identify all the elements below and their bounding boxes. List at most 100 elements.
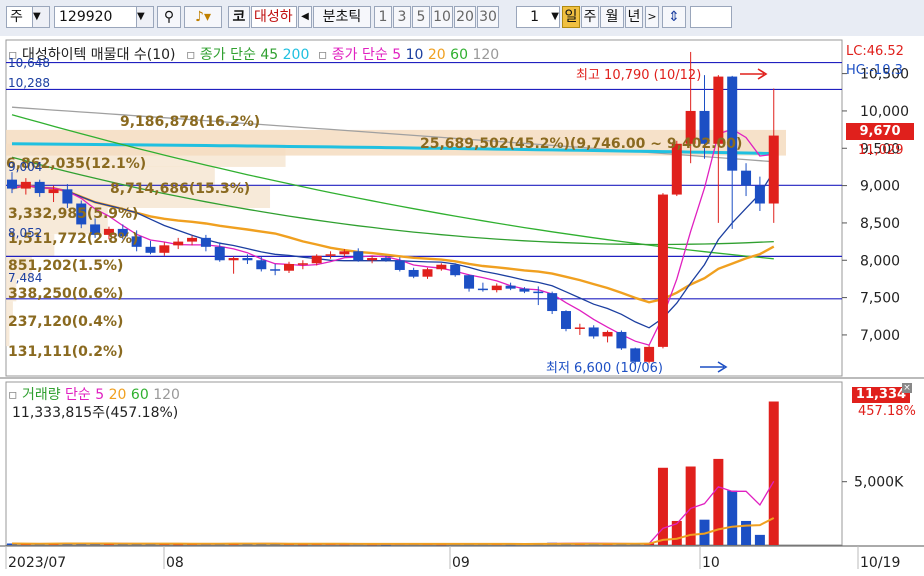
candle-body <box>533 291 544 294</box>
candle-body <box>200 237 211 247</box>
candle-body <box>214 246 225 261</box>
volume-bar <box>685 466 696 545</box>
y-tick-label: 7,000 <box>860 328 900 344</box>
legend-square-icon: ▫ <box>8 387 18 403</box>
volume-profile-label: 3,332,985(5.9%) <box>8 206 138 222</box>
ref-line-label: 10,648 <box>8 56 50 70</box>
chevron-down-icon: ▼ <box>32 7 49 27</box>
volume-legend: ▫ 거래량 단순 5 20 60 120 <box>8 384 180 404</box>
volume-tick-label: 5,000K <box>854 475 904 491</box>
ma-long-label: 종가 단순 <box>199 47 256 63</box>
candle-body <box>7 179 17 189</box>
search-button[interactable]: ⚲ <box>157 6 181 28</box>
low-annotation: 최저 6,600 (10/06) <box>546 361 664 376</box>
updown-button[interactable]: ⇕ <box>662 6 686 28</box>
y-tick-label: 8,500 <box>860 216 900 232</box>
candle-body <box>408 269 419 277</box>
last-price-text: 9,670 <box>859 124 901 139</box>
candle-body <box>574 327 585 329</box>
ma5-value: 5 <box>392 47 402 63</box>
volume-profile-label: 237,120(0.4%) <box>8 314 123 330</box>
x-tick-label: 10 <box>702 555 720 571</box>
period-day[interactable]: 일 <box>562 6 580 28</box>
candle-body <box>380 258 391 261</box>
close-icon[interactable]: × <box>902 383 912 393</box>
candle-body <box>297 263 308 265</box>
candle-body <box>367 258 378 261</box>
interval-10[interactable]: 10 <box>431 6 453 28</box>
candle-body <box>270 269 281 271</box>
candle-body <box>145 246 156 253</box>
price-chart[interactable]: 7,0007,5008,0008,5009,0009,50010,00010,5… <box>0 36 924 576</box>
volume-profile-label: 9,186,878(16.2%) <box>120 114 260 130</box>
interval-30[interactable]: 30 <box>477 6 499 28</box>
interval-20[interactable]: 20 <box>454 6 476 28</box>
candle-body <box>519 288 530 292</box>
interval-1[interactable]: 1 <box>374 6 392 28</box>
vma60-value: 60 <box>130 387 149 403</box>
code-button[interactable]: 코 <box>228 6 250 28</box>
interval-5[interactable]: 5 <box>412 6 430 28</box>
y-tick-label: 8,000 <box>860 253 900 269</box>
candle-body <box>187 237 198 242</box>
ma-short-label: 종가 단순 <box>331 47 388 63</box>
interval-3[interactable]: 3 <box>393 6 411 28</box>
market-value: 주 <box>10 9 23 25</box>
code-input[interactable]: 129920 ▼ <box>54 6 154 28</box>
candle-body <box>768 135 779 204</box>
volume-profile-label: 8,714,686(15.3%) <box>110 181 250 197</box>
ma20-value: 20 <box>427 47 446 63</box>
candle-body <box>394 260 405 270</box>
vma5-value: 5 <box>95 387 105 403</box>
candle-body <box>741 170 752 186</box>
sound-button[interactable]: ♪▾ <box>184 6 222 28</box>
count-select[interactable]: 1 ▼ <box>516 6 560 28</box>
candle-body <box>159 245 170 253</box>
volume-title: 거래량 <box>21 387 61 403</box>
candle-body <box>754 185 765 204</box>
period-month[interactable]: 월 <box>600 6 624 28</box>
ref-line-label: 10,288 <box>8 76 50 90</box>
high-annotation: 최고 10,790 (10/12) <box>576 68 702 83</box>
ref-line-label: 8,052 <box>8 226 43 240</box>
candle-body <box>353 251 364 261</box>
min-tick-button[interactable]: 분초틱 <box>313 6 371 28</box>
candle-body <box>713 76 724 144</box>
ma200-value: 200 <box>282 47 310 63</box>
candle-body <box>339 251 350 255</box>
prev-arrow-button[interactable]: ◀ <box>298 6 312 28</box>
ma45-value: 45 <box>260 47 279 63</box>
volume-pct-text: 457.18% <box>858 404 916 419</box>
candle-body <box>242 258 253 261</box>
candle-body <box>491 285 502 291</box>
vma120-value: 120 <box>153 387 180 403</box>
search-icon: ⚲ <box>163 9 175 25</box>
candle-body <box>561 311 571 329</box>
stock-name: 대성하이텍 <box>251 6 297 28</box>
speaker-icon: ♪▾ <box>195 9 211 25</box>
period-year[interactable]: 년 <box>625 6 643 28</box>
volume-bar <box>727 490 738 545</box>
volume-ma-label: 단순 <box>65 387 91 403</box>
ref-line-label: 7,484 <box>8 271 43 285</box>
volume-profile-label: 131,111(0.2%) <box>8 344 123 360</box>
extra-input[interactable] <box>690 6 732 28</box>
candle-body <box>450 264 461 276</box>
candle-body <box>616 331 627 349</box>
market-select[interactable]: 주 ▼ <box>6 6 50 28</box>
next-arrow-button[interactable]: > <box>645 6 659 28</box>
toolbar: 주 ▼ 129920 ▼ ⚲ ♪▾ 코 대성하이텍 ◀ 분초틱 1 3 5 10… <box>0 0 924 37</box>
period-week[interactable]: 주 <box>581 6 599 28</box>
ma60-value: 60 <box>450 47 468 63</box>
candle-body <box>256 260 267 270</box>
candle-body <box>436 264 447 270</box>
volume-bar <box>713 458 724 545</box>
volume-profile-label: 338,250(0.6%) <box>8 286 123 302</box>
candle-body <box>505 285 516 289</box>
volume-current: 11,333,815주(457.18%) <box>12 405 179 421</box>
arrow-right-icon: > <box>647 10 657 23</box>
legend-square-icon: ▫ <box>185 47 196 63</box>
candle-body <box>602 331 613 337</box>
lc-label: LC:46.52 <box>846 44 904 59</box>
hc-label: HC:-10.3 <box>846 63 903 78</box>
